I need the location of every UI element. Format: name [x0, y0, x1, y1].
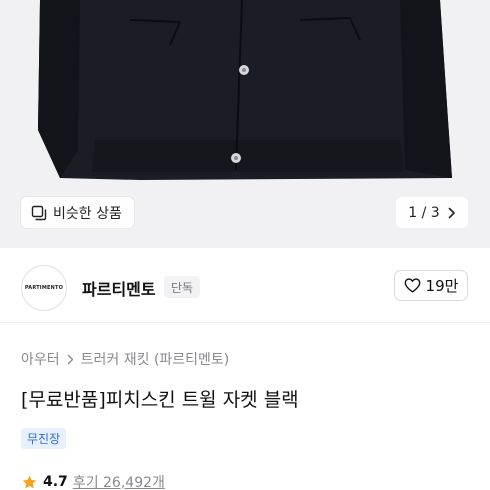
image-pager-text: 1 / 3	[408, 204, 440, 221]
breadcrumb: 아우터 트러커 재킷 (파르티멘토)	[21, 349, 229, 369]
product-title: [무료반품]피치스킨 트윌 자켓 블랙	[21, 389, 299, 411]
review-count-link[interactable]: 후기 26,492개	[73, 472, 165, 490]
promo-tag: 무진장	[21, 428, 67, 449]
like-button[interactable]: 19만	[394, 270, 468, 301]
heart-icon	[404, 278, 420, 293]
like-count: 19만	[425, 277, 459, 295]
product-image-area[interactable]: 비슷한 상품 1 / 3	[0, 0, 490, 248]
rating-row[interactable]: 4.7 후기 26,492개	[21, 472, 165, 490]
image-pager[interactable]: 1 / 3	[396, 197, 468, 228]
brand-row: PARTIMENTO 파르티멘토 단독 19만	[0, 258, 490, 318]
brand-logo[interactable]: PARTIMENTO	[21, 265, 67, 311]
similar-products-label: 비슷한 상품	[53, 205, 122, 222]
breadcrumb-category[interactable]: 아우터	[21, 349, 60, 369]
similar-items-icon	[31, 205, 47, 220]
rating-score: 4.7	[43, 474, 68, 490]
brand-name[interactable]: 파르티멘토	[82, 276, 156, 300]
chevron-right-icon	[448, 207, 455, 218]
star-icon	[22, 475, 37, 488]
chevron-right-icon	[67, 354, 73, 364]
breadcrumb-subcategory[interactable]: 트러커 재킷 (파르티멘토)	[81, 349, 230, 369]
exclusive-badge: 단독	[164, 276, 201, 298]
divider	[0, 322, 490, 323]
similar-products-button[interactable]: 비슷한 상품	[21, 197, 134, 228]
